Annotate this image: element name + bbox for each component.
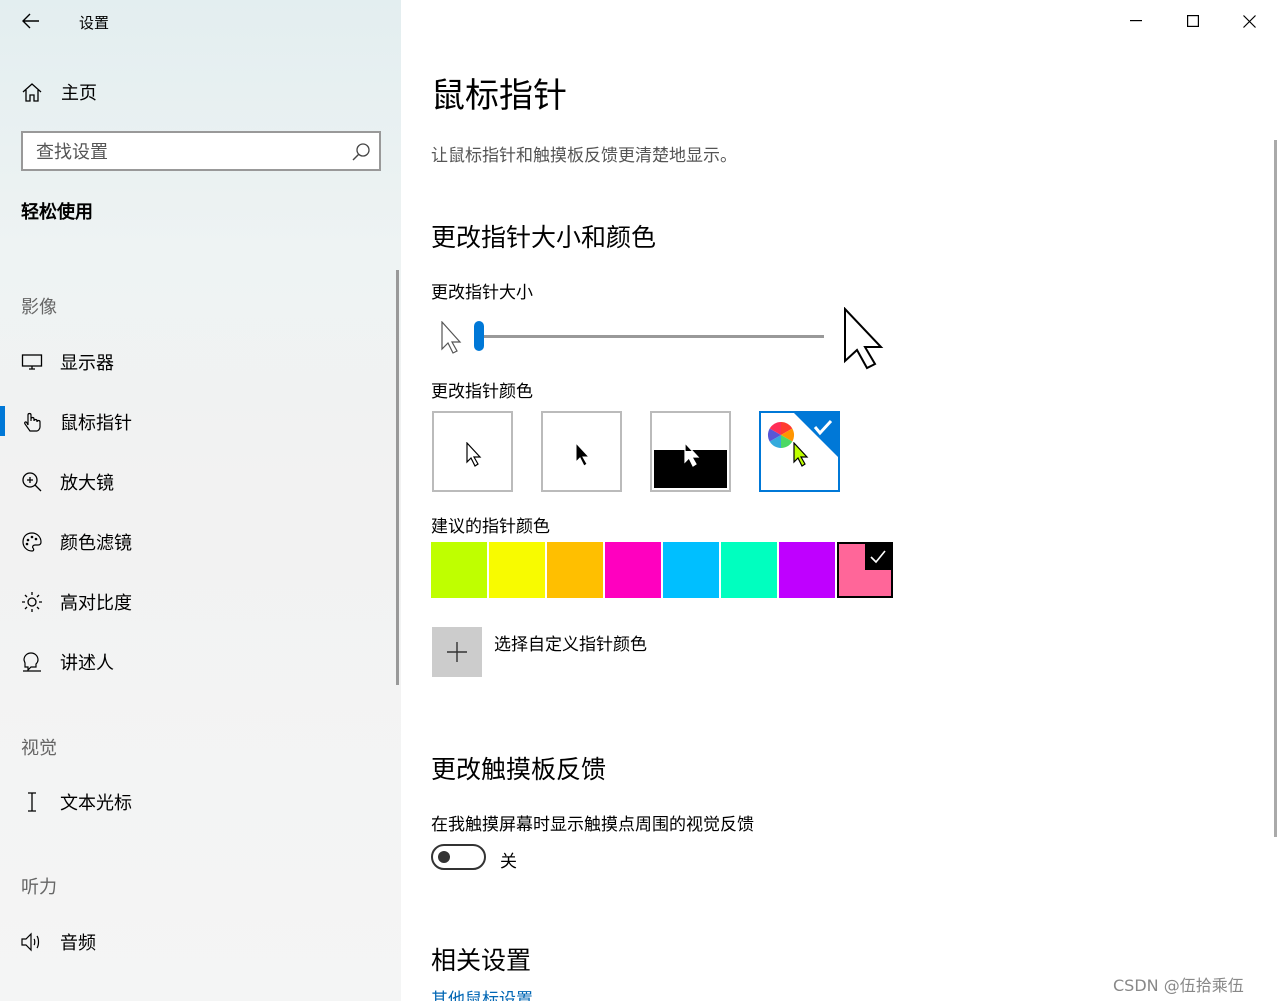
nav-display-label: 显示器 bbox=[60, 353, 114, 374]
swatch-check-icon bbox=[865, 544, 891, 570]
other-mouse-settings-link[interactable]: 其他鼠标设置 bbox=[431, 985, 533, 1001]
search-box[interactable] bbox=[21, 131, 381, 171]
color-swatch[interactable] bbox=[663, 542, 719, 598]
maximize-button[interactable] bbox=[1164, 0, 1221, 42]
custom-pointer-icon bbox=[793, 442, 809, 467]
nav-home[interactable]: 主页 bbox=[0, 68, 401, 116]
nav-text-cursor-label: 文本光标 bbox=[60, 793, 132, 814]
app-title: 设置 bbox=[79, 14, 110, 32]
nav-display[interactable]: 显示器 bbox=[0, 338, 401, 386]
size-label: 更改指针大小 bbox=[431, 283, 533, 303]
related-settings-heading: 相关设置 bbox=[431, 946, 532, 975]
color-swatch[interactable] bbox=[605, 542, 661, 598]
watermark: CSDN @伍拾乘伍 bbox=[1113, 976, 1244, 995]
back-button[interactable] bbox=[14, 8, 48, 34]
pointer-color-white[interactable] bbox=[432, 411, 513, 492]
group-title-vision: 影像 bbox=[21, 297, 57, 318]
magnifier-icon bbox=[20, 470, 44, 494]
black-pointer-icon bbox=[575, 442, 591, 467]
sidebar-titlebar: 设置 bbox=[0, 0, 401, 42]
custom-color-button[interactable] bbox=[432, 627, 482, 677]
toggle-state-label: 关 bbox=[500, 852, 517, 872]
nav-magnifier[interactable]: 放大镜 bbox=[0, 458, 401, 506]
section-title: 轻松使用 bbox=[21, 202, 93, 223]
small-pointer-icon bbox=[441, 321, 462, 354]
color-swatch[interactable] bbox=[431, 542, 487, 598]
hand-pointer-icon bbox=[20, 410, 44, 434]
text-cursor-icon bbox=[20, 790, 44, 814]
suggested-colors-label: 建议的指针颜色 bbox=[431, 517, 550, 537]
nav-audio-label: 音频 bbox=[60, 933, 96, 954]
nav-narrator[interactable]: 讲述人 bbox=[0, 638, 401, 686]
color-swatch[interactable] bbox=[779, 542, 835, 598]
nav-home-label: 主页 bbox=[61, 83, 97, 104]
palette-icon bbox=[20, 530, 44, 554]
color-swatch[interactable] bbox=[837, 542, 893, 598]
inverted-pointer-icon bbox=[684, 442, 700, 467]
custom-color-label: 选择自定义指针颜色 bbox=[494, 635, 647, 655]
minimize-icon bbox=[1129, 20, 1142, 22]
group-title-hearing: 听力 bbox=[21, 877, 57, 898]
sidebar: 设置 主页 轻松使用 影像 显示器 鼠标指针 放大镜 颜色滤镜 bbox=[0, 0, 401, 1001]
main-content: 鼠标指针 让鼠标指针和触摸板反馈更清楚地显示。 更改指针大小和颜色 更改指针大小… bbox=[401, 0, 1280, 1001]
nav-color-filters-label: 颜色滤镜 bbox=[60, 533, 132, 554]
brightness-icon bbox=[20, 590, 44, 614]
active-indicator bbox=[0, 406, 5, 436]
color-swatch[interactable] bbox=[721, 542, 777, 598]
pointer-color-custom[interactable] bbox=[759, 411, 840, 492]
white-pointer-icon bbox=[466, 442, 482, 467]
sidebar-scrollbar[interactable] bbox=[396, 270, 399, 685]
nav-text-cursor[interactable]: 文本光标 bbox=[0, 778, 401, 826]
plus-icon bbox=[447, 642, 467, 662]
monitor-icon bbox=[20, 350, 44, 374]
narrator-icon bbox=[20, 650, 44, 674]
close-icon bbox=[1243, 14, 1256, 28]
group-title-visual: 视觉 bbox=[21, 738, 57, 759]
touch-feedback-toggle[interactable] bbox=[431, 844, 486, 870]
search-icon bbox=[352, 143, 370, 161]
pointer-color-inverted[interactable] bbox=[650, 411, 731, 492]
nav-high-contrast[interactable]: 高对比度 bbox=[0, 578, 401, 626]
slider-thumb[interactable] bbox=[474, 321, 484, 351]
large-pointer-icon bbox=[844, 307, 884, 370]
nav-magnifier-label: 放大镜 bbox=[60, 473, 114, 494]
main-scrollbar[interactable] bbox=[1274, 140, 1277, 837]
nav-color-filters[interactable]: 颜色滤镜 bbox=[0, 518, 401, 566]
color-swatch[interactable] bbox=[489, 542, 545, 598]
slider-track bbox=[476, 335, 824, 338]
back-arrow-icon bbox=[22, 13, 39, 29]
close-button[interactable] bbox=[1221, 0, 1278, 42]
nav-high-contrast-label: 高对比度 bbox=[60, 593, 132, 614]
pointer-size-slider[interactable] bbox=[431, 313, 891, 373]
color-label: 更改指针颜色 bbox=[431, 382, 533, 402]
maximize-icon bbox=[1186, 15, 1199, 27]
page-title: 鼠标指针 bbox=[431, 76, 567, 116]
size-color-heading: 更改指针大小和颜色 bbox=[431, 223, 657, 252]
touch-feedback-label: 在我触摸屏幕时显示触摸点周围的视觉反馈 bbox=[431, 815, 754, 835]
touch-feedback-heading: 更改触摸板反馈 bbox=[431, 755, 607, 784]
toggle-knob bbox=[438, 851, 450, 863]
nav-audio[interactable]: 音频 bbox=[0, 918, 401, 966]
home-icon bbox=[20, 80, 44, 104]
color-swatch[interactable] bbox=[547, 542, 603, 598]
nav-narrator-label: 讲述人 bbox=[60, 653, 114, 674]
nav-mouse-pointer[interactable]: 鼠标指针 bbox=[0, 398, 401, 446]
nav-mouse-pointer-label: 鼠标指针 bbox=[60, 413, 132, 434]
page-description: 让鼠标指针和触摸板反馈更清楚地显示。 bbox=[431, 146, 737, 166]
speaker-icon bbox=[20, 930, 44, 954]
pointer-color-black[interactable] bbox=[541, 411, 622, 492]
minimize-button[interactable] bbox=[1107, 0, 1164, 42]
color-wheel-icon bbox=[767, 421, 795, 449]
search-input[interactable] bbox=[36, 140, 336, 164]
